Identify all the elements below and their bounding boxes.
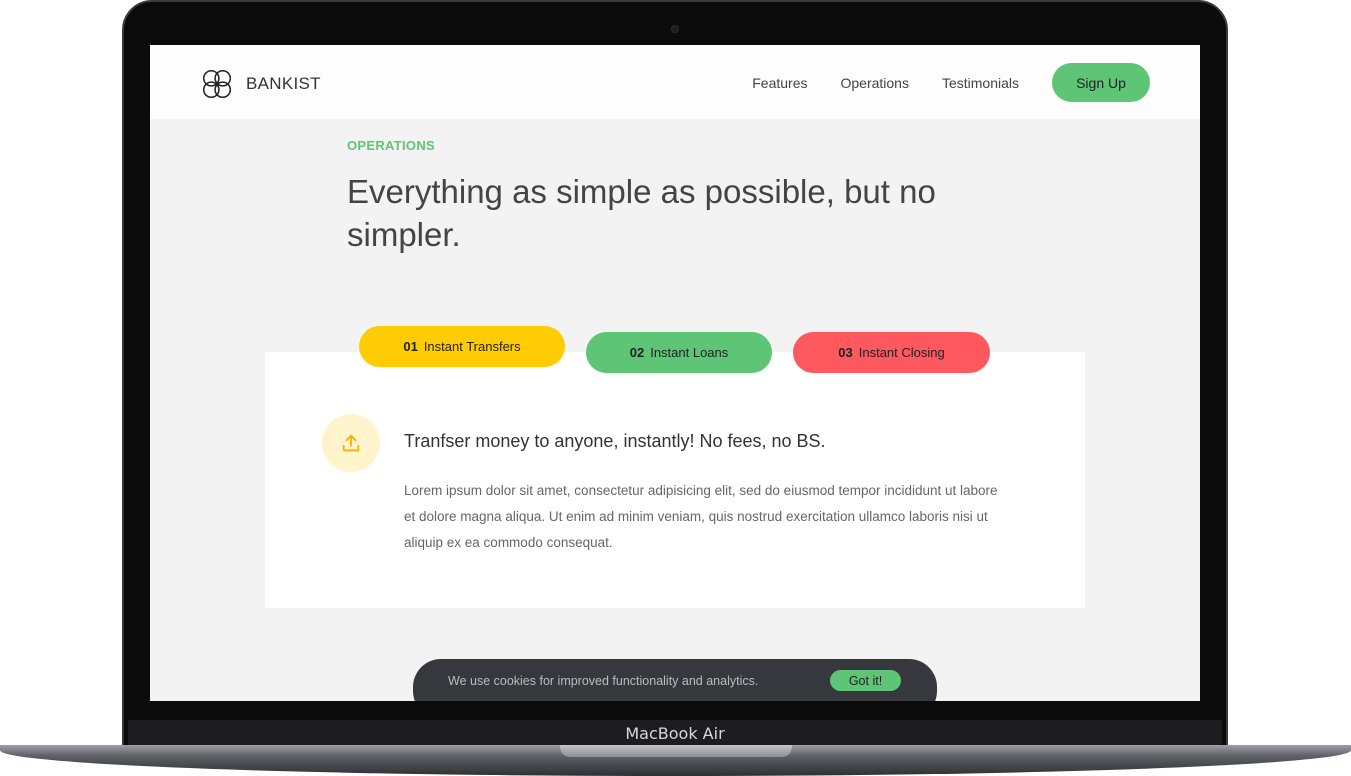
tab-number: 01 [403, 339, 418, 354]
cookie-message: We use cookies for improved functionalit… [448, 674, 759, 688]
camera-icon [671, 25, 679, 33]
tab-instant-loans[interactable]: 02 Instant Loans [586, 332, 772, 373]
tab-number: 03 [838, 345, 853, 360]
nav-link-features[interactable]: Features [752, 75, 807, 91]
tab-label: Instant Loans [650, 345, 729, 360]
operation-description: Lorem ipsum dolor sit amet, consectetur … [404, 483, 998, 550]
browser-viewport: BANKIST Features Operations Testimonials… [150, 45, 1200, 701]
tab-label: Instant Transfers [423, 339, 521, 354]
navbar: BANKIST Features Operations Testimonials… [150, 45, 1200, 119]
section-heading: Everything as simple as possible, but no… [347, 173, 936, 253]
nav-link-operations[interactable]: Operations [840, 75, 908, 91]
logo[interactable]: BANKIST [198, 65, 321, 103]
tab-number: 02 [629, 345, 645, 360]
brand-name: BANKIST [246, 74, 321, 93]
tab-label: Instant Closing [858, 345, 945, 360]
laptop-chin: MacBook Air [128, 720, 1222, 748]
nav-links: Features Operations Testimonials Sign Up [752, 63, 1150, 102]
bankist-logo-icon [202, 69, 232, 99]
tab-instant-transfers[interactable]: 01 Instant Transfers [359, 326, 565, 367]
tab-instant-closing[interactable]: 03 Instant Closing [793, 332, 990, 373]
upload-icon [322, 414, 380, 472]
sign-up-button[interactable]: Sign Up [1052, 63, 1150, 102]
operation-title: Tranfser money to anyone, instantly! No … [404, 431, 826, 451]
nav-link-testimonials[interactable]: Testimonials [942, 75, 1019, 91]
section-label: OPERATIONS [347, 138, 435, 153]
device-label: MacBook Air [625, 724, 725, 743]
laptop-notch [560, 745, 792, 757]
cookie-accept-button[interactable]: Got it! [830, 670, 901, 691]
cookie-banner: We use cookies for improved functionalit… [413, 659, 937, 701]
